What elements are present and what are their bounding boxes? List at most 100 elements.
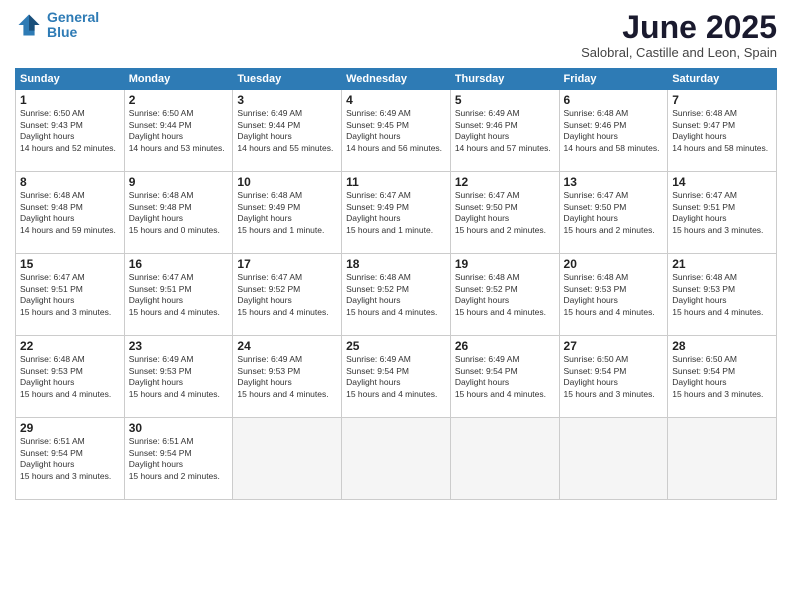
table-row — [450, 418, 559, 500]
table-row: 5 Sunrise: 6:49 AM Sunset: 9:46 PM Dayli… — [450, 90, 559, 172]
table-row: 9 Sunrise: 6:48 AM Sunset: 9:48 PM Dayli… — [124, 172, 233, 254]
day-number: 8 — [20, 175, 120, 189]
cell-content: Sunrise: 6:47 AM Sunset: 9:52 PM Dayligh… — [237, 272, 337, 318]
cell-content: Sunrise: 6:50 AM Sunset: 9:54 PM Dayligh… — [672, 354, 772, 400]
day-number: 27 — [564, 339, 664, 353]
cell-content: Sunrise: 6:49 AM Sunset: 9:54 PM Dayligh… — [346, 354, 446, 400]
cell-content: Sunrise: 6:48 AM Sunset: 9:53 PM Dayligh… — [672, 272, 772, 318]
day-number: 28 — [672, 339, 772, 353]
day-number: 26 — [455, 339, 555, 353]
calendar-week-row: 1 Sunrise: 6:50 AM Sunset: 9:43 PM Dayli… — [16, 90, 777, 172]
cell-content: Sunrise: 6:50 AM Sunset: 9:43 PM Dayligh… — [20, 108, 120, 154]
table-row: 1 Sunrise: 6:50 AM Sunset: 9:43 PM Dayli… — [16, 90, 125, 172]
table-row — [559, 418, 668, 500]
table-row: 15 Sunrise: 6:47 AM Sunset: 9:51 PM Dayl… — [16, 254, 125, 336]
table-row: 21 Sunrise: 6:48 AM Sunset: 9:53 PM Dayl… — [668, 254, 777, 336]
day-number: 12 — [455, 175, 555, 189]
table-row — [342, 418, 451, 500]
cell-content: Sunrise: 6:48 AM Sunset: 9:46 PM Dayligh… — [564, 108, 664, 154]
calendar-header-row: Sunday Monday Tuesday Wednesday Thursday… — [16, 69, 777, 90]
cell-content: Sunrise: 6:48 AM Sunset: 9:53 PM Dayligh… — [564, 272, 664, 318]
table-row: 3 Sunrise: 6:49 AM Sunset: 9:44 PM Dayli… — [233, 90, 342, 172]
table-row: 27 Sunrise: 6:50 AM Sunset: 9:54 PM Dayl… — [559, 336, 668, 418]
calendar-week-row: 15 Sunrise: 6:47 AM Sunset: 9:51 PM Dayl… — [16, 254, 777, 336]
table-row: 18 Sunrise: 6:48 AM Sunset: 9:52 PM Dayl… — [342, 254, 451, 336]
table-row: 14 Sunrise: 6:47 AM Sunset: 9:51 PM Dayl… — [668, 172, 777, 254]
day-number: 3 — [237, 93, 337, 107]
day-number: 21 — [672, 257, 772, 271]
cell-content: Sunrise: 6:48 AM Sunset: 9:53 PM Dayligh… — [20, 354, 120, 400]
cell-content: Sunrise: 6:48 AM Sunset: 9:48 PM Dayligh… — [129, 190, 229, 236]
cell-content: Sunrise: 6:48 AM Sunset: 9:49 PM Dayligh… — [237, 190, 337, 236]
day-number: 6 — [564, 93, 664, 107]
table-row — [668, 418, 777, 500]
day-number: 19 — [455, 257, 555, 271]
cell-content: Sunrise: 6:47 AM Sunset: 9:49 PM Dayligh… — [346, 190, 446, 236]
cell-content: Sunrise: 6:50 AM Sunset: 9:44 PM Dayligh… — [129, 108, 229, 154]
calendar-table: Sunday Monday Tuesday Wednesday Thursday… — [15, 68, 777, 500]
day-number: 29 — [20, 421, 120, 435]
day-number: 24 — [237, 339, 337, 353]
cell-content: Sunrise: 6:51 AM Sunset: 9:54 PM Dayligh… — [129, 436, 229, 482]
calendar-week-row: 29 Sunrise: 6:51 AM Sunset: 9:54 PM Dayl… — [16, 418, 777, 500]
cell-content: Sunrise: 6:49 AM Sunset: 9:53 PM Dayligh… — [237, 354, 337, 400]
day-number: 2 — [129, 93, 229, 107]
table-row: 20 Sunrise: 6:48 AM Sunset: 9:53 PM Dayl… — [559, 254, 668, 336]
header-wednesday: Wednesday — [342, 69, 451, 90]
header-thursday: Thursday — [450, 69, 559, 90]
day-number: 10 — [237, 175, 337, 189]
table-row: 28 Sunrise: 6:50 AM Sunset: 9:54 PM Dayl… — [668, 336, 777, 418]
table-row: 2 Sunrise: 6:50 AM Sunset: 9:44 PM Dayli… — [124, 90, 233, 172]
cell-content: Sunrise: 6:47 AM Sunset: 9:51 PM Dayligh… — [672, 190, 772, 236]
day-number: 5 — [455, 93, 555, 107]
day-number: 16 — [129, 257, 229, 271]
table-row: 24 Sunrise: 6:49 AM Sunset: 9:53 PM Dayl… — [233, 336, 342, 418]
day-number: 30 — [129, 421, 229, 435]
cell-content: Sunrise: 6:49 AM Sunset: 9:46 PM Dayligh… — [455, 108, 555, 154]
day-number: 23 — [129, 339, 229, 353]
table-row: 16 Sunrise: 6:47 AM Sunset: 9:51 PM Dayl… — [124, 254, 233, 336]
logo-text: General Blue — [47, 10, 99, 41]
cell-content: Sunrise: 6:48 AM Sunset: 9:52 PM Dayligh… — [455, 272, 555, 318]
day-number: 1 — [20, 93, 120, 107]
table-row: 25 Sunrise: 6:49 AM Sunset: 9:54 PM Dayl… — [342, 336, 451, 418]
page: General Blue June 2025 Salobral, Castill… — [0, 0, 792, 612]
header-friday: Friday — [559, 69, 668, 90]
table-row: 6 Sunrise: 6:48 AM Sunset: 9:46 PM Dayli… — [559, 90, 668, 172]
table-row: 13 Sunrise: 6:47 AM Sunset: 9:50 PM Dayl… — [559, 172, 668, 254]
header-saturday: Saturday — [668, 69, 777, 90]
cell-content: Sunrise: 6:48 AM Sunset: 9:48 PM Dayligh… — [20, 190, 120, 236]
table-row: 29 Sunrise: 6:51 AM Sunset: 9:54 PM Dayl… — [16, 418, 125, 500]
table-row: 8 Sunrise: 6:48 AM Sunset: 9:48 PM Dayli… — [16, 172, 125, 254]
day-number: 25 — [346, 339, 446, 353]
table-row — [233, 418, 342, 500]
table-row: 26 Sunrise: 6:49 AM Sunset: 9:54 PM Dayl… — [450, 336, 559, 418]
table-row: 22 Sunrise: 6:48 AM Sunset: 9:53 PM Dayl… — [16, 336, 125, 418]
day-number: 13 — [564, 175, 664, 189]
day-number: 14 — [672, 175, 772, 189]
title-section: June 2025 Salobral, Castille and Leon, S… — [581, 10, 777, 60]
header: General Blue June 2025 Salobral, Castill… — [15, 10, 777, 60]
table-row: 11 Sunrise: 6:47 AM Sunset: 9:49 PM Dayl… — [342, 172, 451, 254]
table-row: 30 Sunrise: 6:51 AM Sunset: 9:54 PM Dayl… — [124, 418, 233, 500]
cell-content: Sunrise: 6:47 AM Sunset: 9:50 PM Dayligh… — [564, 190, 664, 236]
logo: General Blue — [15, 10, 99, 41]
day-number: 15 — [20, 257, 120, 271]
day-number: 7 — [672, 93, 772, 107]
header-monday: Monday — [124, 69, 233, 90]
logo-icon — [15, 11, 43, 39]
cell-content: Sunrise: 6:49 AM Sunset: 9:44 PM Dayligh… — [237, 108, 337, 154]
day-number: 22 — [20, 339, 120, 353]
day-number: 4 — [346, 93, 446, 107]
table-row: 12 Sunrise: 6:47 AM Sunset: 9:50 PM Dayl… — [450, 172, 559, 254]
cell-content: Sunrise: 6:47 AM Sunset: 9:51 PM Dayligh… — [129, 272, 229, 318]
cell-content: Sunrise: 6:49 AM Sunset: 9:53 PM Dayligh… — [129, 354, 229, 400]
cell-content: Sunrise: 6:48 AM Sunset: 9:47 PM Dayligh… — [672, 108, 772, 154]
header-tuesday: Tuesday — [233, 69, 342, 90]
location: Salobral, Castille and Leon, Spain — [581, 45, 777, 60]
day-number: 11 — [346, 175, 446, 189]
calendar-week-row: 8 Sunrise: 6:48 AM Sunset: 9:48 PM Dayli… — [16, 172, 777, 254]
cell-content: Sunrise: 6:47 AM Sunset: 9:50 PM Dayligh… — [455, 190, 555, 236]
day-number: 17 — [237, 257, 337, 271]
table-row: 19 Sunrise: 6:48 AM Sunset: 9:52 PM Dayl… — [450, 254, 559, 336]
